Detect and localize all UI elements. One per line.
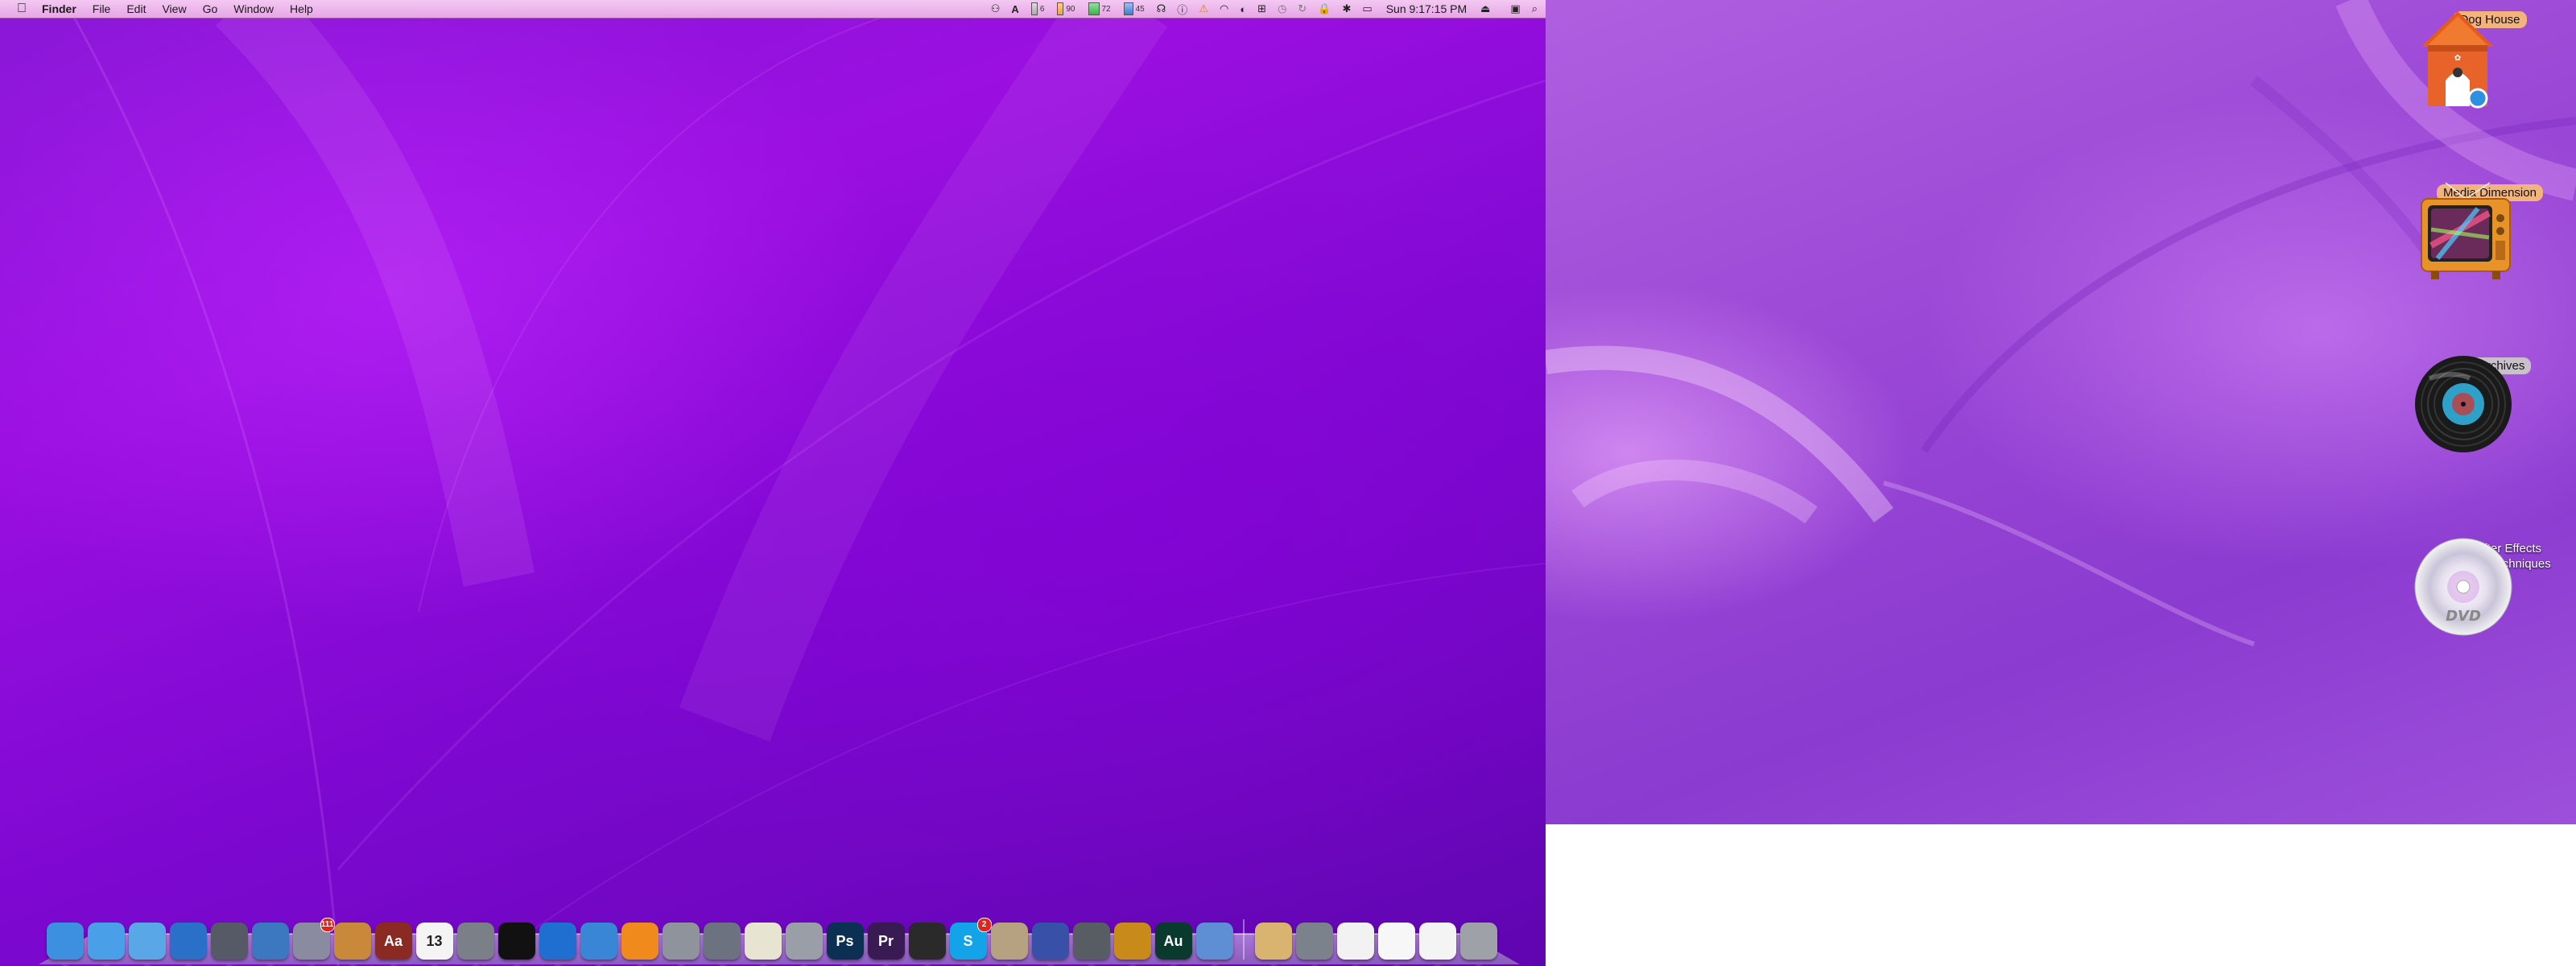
cpu-meter[interactable]: 6 — [1030, 2, 1045, 15]
lasso-icon[interactable]: ⚇ — [991, 2, 1001, 15]
dvd-disc-icon: DVD — [2414, 538, 2512, 636]
menu-edit[interactable]: Edit — [126, 2, 146, 15]
utilities-icon[interactable] — [785, 923, 823, 960]
menu-clock[interactable]: Sun 9:17:15 PM — [1386, 2, 1467, 15]
tv-icon — [2421, 182, 2511, 279]
premiere-glyph: Pr — [877, 932, 894, 949]
meter-bar-icon — [1088, 2, 1100, 15]
iphoto-icon[interactable] — [333, 923, 371, 960]
settings-stack-icon[interactable] — [1295, 923, 1333, 960]
info-icon[interactable]: ⓘ — [1177, 2, 1187, 17]
dvd-logo-text: DVD — [2446, 608, 2481, 625]
safari-icon[interactable] — [87, 923, 125, 960]
menu-bar:  Finder File Edit View Go Window Help ⚇… — [0, 0, 1546, 19]
desktop-right: ✿ Dog House Media Dimension Archives DVD… — [1546, 0, 2576, 824]
mail-icon[interactable] — [251, 923, 289, 960]
network-meter[interactable]: 45 — [1123, 2, 1145, 15]
meter-bar-icon — [1057, 2, 1064, 15]
system-preferences-icon[interactable] — [662, 923, 700, 960]
display-icon[interactable]: ▭ — [1362, 2, 1372, 15]
time-machine-icon[interactable]: ◐ — [1240, 3, 1246, 15]
svg-text:✿: ✿ — [2454, 54, 2461, 63]
headphones-icon[interactable]: ☊ — [1157, 2, 1166, 15]
audition-icon[interactable]: Au — [1154, 923, 1192, 960]
menu-go[interactable]: Go — [203, 2, 218, 15]
audition-glyph: Au — [1163, 932, 1183, 949]
document-stack-icon[interactable] — [1336, 923, 1374, 960]
notes-icon[interactable] — [744, 923, 782, 960]
desktop-icon-media-dimension[interactable]: Media Dimension — [2413, 181, 2566, 279]
meter-bar-icon — [1123, 2, 1133, 15]
meter-value: 45 — [1135, 4, 1145, 14]
coffee-icon[interactable] — [990, 923, 1028, 960]
user-icon[interactable]: ▣ — [1510, 2, 1520, 15]
calendar-icon[interactable]: 13 — [415, 923, 453, 960]
finder-icon[interactable] — [46, 923, 84, 960]
eject-icon[interactable]: ⏏ — [1480, 2, 1490, 15]
plus-icon[interactable]: ⊞ — [1257, 2, 1266, 15]
calendar-glyph: 13 — [426, 932, 443, 949]
trash-icon[interactable] — [1459, 923, 1497, 960]
menu-finder[interactable]: Finder — [42, 2, 76, 15]
itunes-icon[interactable] — [169, 923, 207, 960]
launchpad-icon[interactable] — [210, 923, 248, 960]
menu-window[interactable]: Window — [233, 2, 274, 15]
script-editor-icon[interactable] — [456, 923, 494, 960]
apple-menu-icon[interactable]:  — [13, 2, 31, 16]
dog-house-icon: ✿ — [2421, 11, 2494, 109]
photoshop-icon[interactable]: Ps — [826, 923, 864, 960]
final-cut-icon[interactable] — [908, 923, 946, 960]
meter-bar-icon — [1030, 2, 1038, 15]
document-stack-3-icon[interactable] — [1418, 923, 1456, 960]
meter-value: 72 — [1101, 4, 1111, 14]
preview-icon[interactable] — [580, 923, 617, 960]
spotlight-icon[interactable]: ⌕ — [1532, 2, 1538, 15]
sync-icon[interactable]: ↻ — [1298, 2, 1307, 15]
wallpaper-swooshes — [63, 0, 1546, 966]
adobe-icon[interactable]: A — [1011, 3, 1018, 15]
desktop-left:  Finder File Edit View Go Window Help ⚇… — [0, 0, 1546, 966]
warning-icon[interactable]: ⚠ — [1199, 2, 1208, 15]
vinyl-record-icon — [2415, 356, 2512, 452]
compass-icon[interactable] — [1113, 923, 1151, 960]
bluetooth-icon[interactable]: ✱ — [1343, 2, 1352, 15]
meter-value: 90 — [1066, 4, 1075, 14]
network-icon[interactable] — [1031, 923, 1069, 960]
disk-meter[interactable]: 72 — [1088, 2, 1111, 15]
meter-value: 6 — [1039, 4, 1045, 14]
image-capture-icon[interactable] — [703, 923, 741, 960]
dock-separator — [1243, 919, 1245, 960]
skype-glyph: S — [963, 932, 973, 949]
dock: 111 Aa 13 Ps Pr S 2 Au — [44, 903, 1499, 960]
vlc-icon[interactable] — [621, 923, 658, 960]
document-stack-2-icon[interactable] — [1377, 923, 1415, 960]
desktop-icon-after-effects-dvd[interactable]: DVD Adobe After Effects CS6 Visua...echn… — [2413, 537, 2566, 636]
terminal-icon[interactable] — [497, 923, 535, 960]
wifi-icon[interactable]: ◠ — [1220, 2, 1228, 15]
menu-help[interactable]: Help — [290, 2, 313, 15]
lock-icon[interactable]: 🔒 — [1318, 2, 1331, 15]
installer-icon[interactable] — [1195, 923, 1233, 960]
dictionary-glyph: Aa — [383, 932, 402, 949]
dictionary-icon[interactable]: Aa — [374, 923, 412, 960]
notification-badge: 111 — [320, 918, 335, 932]
textedit-icon[interactable]: 111 — [292, 918, 335, 960]
zip-archive-icon[interactable] — [1254, 923, 1292, 960]
menu-file[interactable]: File — [93, 2, 111, 15]
skype-icon[interactable]: S2 — [949, 918, 992, 960]
premiere-icon[interactable]: Pr — [867, 923, 905, 960]
hard-drive-icon[interactable] — [1072, 923, 1110, 960]
photoshop-glyph: Ps — [836, 932, 854, 949]
memory-meter[interactable]: 90 — [1057, 2, 1075, 15]
menu-view[interactable]: View — [162, 2, 186, 15]
desktop-icon-the-archives[interactable]: The Archives — [2413, 354, 2566, 452]
desktop-icon-dog-house[interactable]: ✿ Dog House — [2413, 8, 2566, 109]
clock-icon[interactable]: ◷ — [1278, 2, 1286, 15]
status-area: ⚇ A 6 90 72 45 ☊ ⓘ ⚠ ◠ ◐ ⊞ ◷ ↻ 🔒 ✱ ▭ Sun… — [985, 0, 1546, 18]
ichat-icon[interactable] — [128, 923, 166, 960]
notification-badge: 2 — [976, 918, 992, 932]
quicktime-icon[interactable] — [539, 923, 576, 960]
